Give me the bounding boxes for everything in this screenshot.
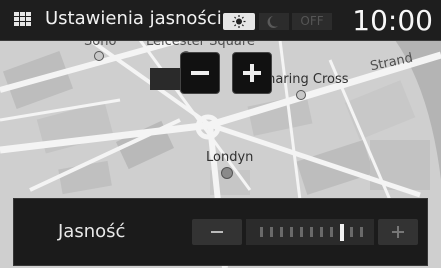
plus-icon [243,64,261,82]
header-bar: Ustawienia jasności OFF 10:00 [0,0,441,41]
poi-marker [296,90,306,100]
brightness-panel: Jasność [13,198,428,266]
brightness-tick [360,227,363,237]
brightness-increase-button[interactable] [378,219,418,245]
brightness-tick [350,227,353,237]
brightness-tick [320,227,323,237]
day-mode-button[interactable] [223,13,255,30]
page-title: Ustawienia jasności [45,8,222,29]
clock: 10:00 [352,4,433,37]
plus-icon [392,226,404,238]
brightness-decrease-button[interactable] [192,219,242,245]
brightness-tick [260,227,263,237]
minus-icon [211,231,223,233]
brightness-tick [270,227,273,237]
map-label-london: Londyn [206,150,254,165]
zoom-out-button[interactable] [180,52,220,94]
brightness-slider-thumb[interactable] [340,224,344,241]
sun-icon [232,15,246,28]
brightness-tick [280,227,283,237]
off-mode-button[interactable]: OFF [292,13,332,30]
brightness-label: Jasność [58,221,126,242]
brightness-tick [300,227,303,237]
moon-icon [267,16,278,28]
brightness-slider[interactable] [246,219,374,245]
zoom-in-button[interactable] [232,52,272,94]
navigation-screen: Soho Leicester Square Charing Cross Stra… [0,0,441,268]
grid-menu-icon[interactable] [14,12,32,26]
poi-marker [94,51,104,61]
brightness-tick [330,227,333,237]
minus-icon [191,71,209,75]
city-marker [221,167,233,179]
brightness-tick [290,227,293,237]
night-mode-button[interactable] [259,13,289,30]
brightness-tick [310,227,313,237]
